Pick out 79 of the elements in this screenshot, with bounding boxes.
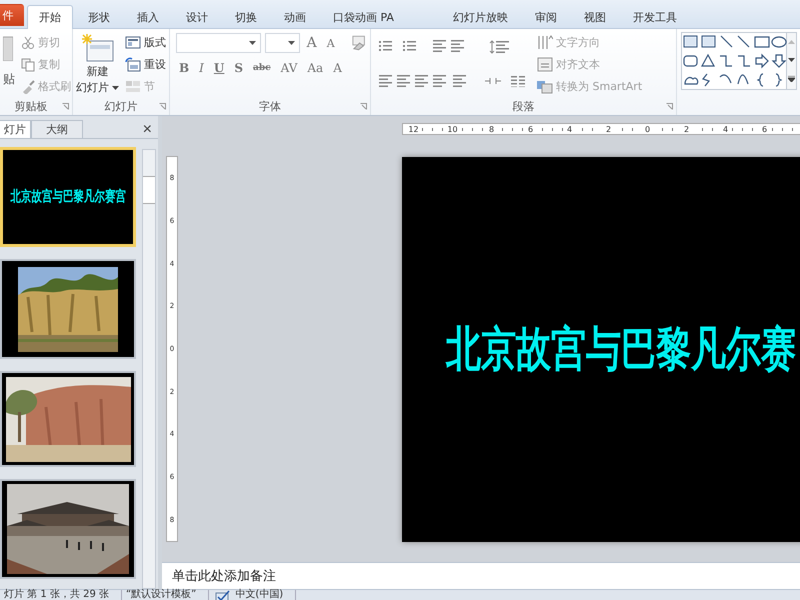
dialog-launcher-icon bbox=[360, 103, 367, 110]
notes-pane[interactable]: 单击此处添加备注 bbox=[162, 562, 800, 589]
clipboard-icon bbox=[3, 35, 13, 61]
dropdown-icon bbox=[248, 41, 256, 45]
ruler-number: 0 bbox=[641, 124, 654, 134]
ribbon-tab[interactable]: 审阅 bbox=[522, 6, 569, 28]
ruler-number: 10 bbox=[446, 124, 459, 134]
group-label: 段落 bbox=[512, 99, 534, 114]
format-button[interactable]: A bbox=[330, 61, 345, 75]
ribbon-tab[interactable]: 形状 bbox=[76, 6, 122, 28]
ruler-number: 2 bbox=[602, 124, 615, 134]
font-size-field[interactable] bbox=[264, 33, 300, 53]
slide-thumbnail[interactable]: 北京故宫与巴黎凡尔赛宫 bbox=[0, 147, 136, 247]
ribbon-tab[interactable]: 幻灯片放映 bbox=[440, 6, 520, 28]
dropdown-icon bbox=[288, 41, 295, 45]
smartart-icon bbox=[537, 79, 553, 94]
format-button[interactable]: I bbox=[196, 61, 207, 75]
ribbon-tab[interactable]: 视图 bbox=[572, 6, 618, 28]
slide-thumbnail[interactable] bbox=[0, 371, 136, 467]
pane-tab[interactable]: 大纲 bbox=[31, 120, 83, 138]
new-slide-icon bbox=[80, 33, 114, 63]
slide-count: 灯片 第 1 张，共 29 张 bbox=[0, 590, 122, 600]
brush-icon bbox=[21, 80, 35, 94]
ribbon-tab[interactable]: 设计 bbox=[174, 6, 220, 28]
format-button[interactable]: B bbox=[176, 61, 192, 75]
new-slide-button[interactable]: 新建 幻灯片 bbox=[76, 33, 119, 98]
ribbon-tab[interactable]: 动画 bbox=[272, 6, 318, 28]
format-button[interactable]: abc bbox=[250, 63, 274, 73]
caret-icon bbox=[112, 86, 119, 90]
scissors-icon bbox=[21, 36, 35, 50]
slide-title[interactable]: 北京故宫与巴黎凡尔赛 bbox=[446, 318, 796, 382]
ribbon-tab[interactable]: 口袋动画 PA bbox=[321, 6, 406, 28]
group-label: 剪贴板 bbox=[14, 99, 48, 114]
dialog-launcher-icon bbox=[159, 103, 166, 110]
shrink-font-button[interactable]: A bbox=[324, 36, 338, 50]
copy-icon bbox=[21, 58, 35, 72]
ribbon-tab[interactable]: 插入 bbox=[125, 6, 171, 28]
align-text-icon bbox=[537, 57, 553, 72]
format-button[interactable]: U bbox=[210, 61, 228, 75]
more-icon bbox=[788, 76, 795, 82]
slide-thumbnail[interactable] bbox=[0, 479, 136, 579]
notes-prompt: 单击此处添加备注 bbox=[172, 568, 276, 585]
ribbon-tab[interactable]: 开始 bbox=[27, 5, 73, 29]
scroll-down-icon bbox=[788, 58, 795, 62]
group-label: 幻灯片 bbox=[104, 99, 138, 114]
indent-icon bbox=[485, 76, 501, 86]
font-name-field[interactable] bbox=[176, 33, 261, 53]
reset-icon bbox=[125, 57, 141, 72]
gallery-scrollbar[interactable] bbox=[787, 32, 797, 90]
language: 中文(中国) bbox=[231, 590, 296, 600]
ribbon-tab[interactable]: 开发工具 bbox=[620, 6, 689, 28]
format-button[interactable]: Aa bbox=[304, 61, 326, 75]
file-tab[interactable]: 件 bbox=[0, 4, 24, 26]
ribbon-button[interactable]: 重设 bbox=[123, 55, 168, 74]
layout-icon bbox=[125, 35, 141, 50]
dialog-launcher-icon bbox=[62, 103, 69, 110]
close-button[interactable]: × bbox=[136, 122, 158, 138]
scroll-thumb[interactable] bbox=[143, 176, 155, 204]
group-label: 字体 bbox=[259, 99, 281, 114]
grow-font-button[interactable]: A bbox=[304, 35, 320, 51]
ruler-number: 12 bbox=[407, 124, 420, 134]
ribbon-tab[interactable]: 切换 bbox=[223, 6, 269, 28]
scrollbar[interactable] bbox=[142, 149, 156, 589]
section-icon bbox=[125, 79, 141, 94]
scroll-up-icon bbox=[788, 40, 795, 44]
dialog-launcher-icon bbox=[666, 103, 673, 110]
text-direction-icon bbox=[537, 35, 553, 50]
format-button[interactable]: AV bbox=[278, 61, 300, 75]
ribbon-button[interactable]: 版式 bbox=[123, 33, 168, 52]
clear-format-icon bbox=[350, 35, 367, 51]
slide-thumbnail[interactable] bbox=[0, 259, 136, 359]
ruler-number: 2 bbox=[680, 124, 693, 134]
line-spacing-icon bbox=[489, 39, 509, 55]
format-button[interactable]: S bbox=[231, 61, 246, 75]
pane-tab[interactable]: 灯片 bbox=[0, 120, 31, 138]
columns-icon bbox=[511, 75, 525, 87]
paste-button[interactable]: 贴 bbox=[3, 33, 15, 98]
theme-name: “默认设计模板” bbox=[122, 590, 210, 600]
thumbnail-title: 北京故宫与巴黎凡尔赛宫 bbox=[10, 187, 126, 207]
